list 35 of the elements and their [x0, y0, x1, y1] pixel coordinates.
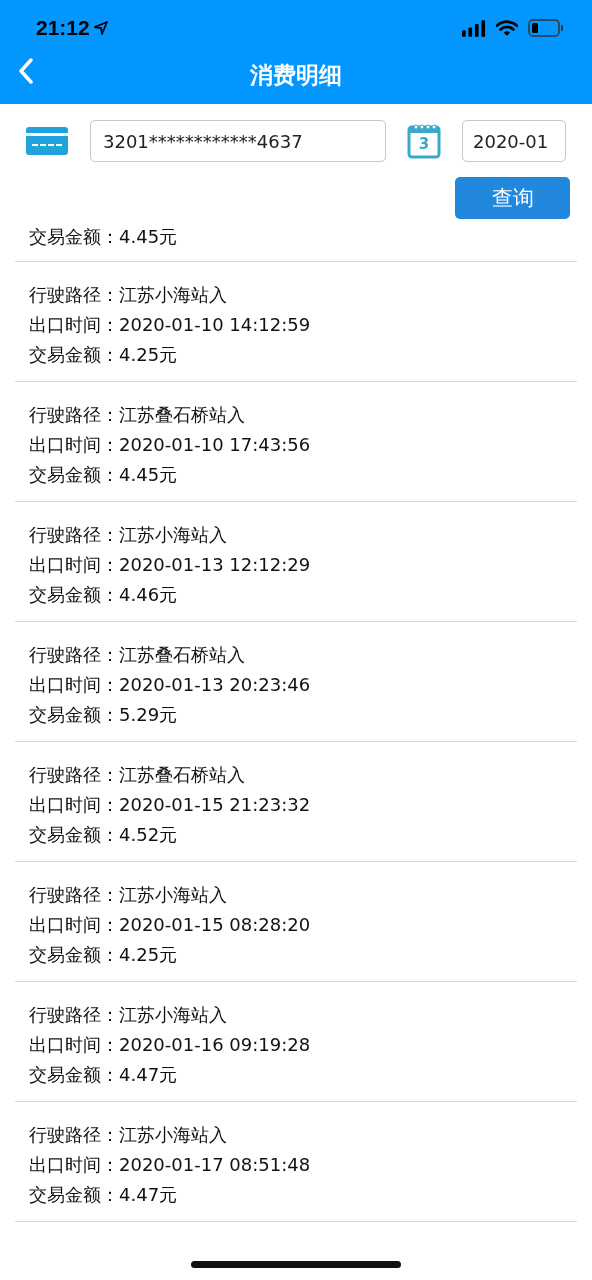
- record-text: 出口时间：2020-01-16 09:19:28: [29, 1033, 312, 1057]
- record-text: 交易金额：5.29元: [29, 703, 179, 727]
- record-text: 出口时间：2020-01-10 17:43:56: [29, 433, 312, 457]
- record-text: 出口时间：2020-01-10 14:12:59: [29, 313, 312, 337]
- bank-card-icon: [26, 127, 68, 155]
- record-text: 行驶路径：江苏叠石桥站入: [29, 643, 246, 667]
- wifi-icon: [496, 19, 518, 37]
- battery-icon: [528, 19, 564, 37]
- record-text: 行驶路径：江苏小海站入: [29, 883, 228, 907]
- record-text: 交易金额：4.52元: [29, 823, 179, 847]
- record-text: 交易金额：4.46元: [29, 583, 179, 607]
- record-text: 交易金额：4.25元: [29, 343, 179, 367]
- record-text: 行驶路径：江苏小海站入: [29, 1123, 228, 1147]
- record-text: 交易金额：4.47元: [29, 1183, 179, 1207]
- record-text: 行驶路径：江苏叠石桥站入: [29, 763, 246, 787]
- record-text: 交易金额：4.25元: [29, 943, 179, 967]
- status-time: 21:12: [36, 16, 90, 40]
- record-text: 出口时间：2020-01-13 12:12:29: [29, 553, 312, 577]
- record-text: 行驶路径：江苏小海站入: [29, 283, 228, 307]
- card-number-field[interactable]: 3201************4637: [90, 120, 386, 162]
- record-text: 交易金额：4.45元: [29, 225, 179, 249]
- record-text: 出口时间：2020-01-17 08:51:48: [29, 1153, 312, 1177]
- signal-icon: [462, 19, 486, 37]
- record-text: 出口时间：2020-01-15 08:28:20: [29, 913, 312, 937]
- record-text: 交易金额：4.47元: [29, 1063, 179, 1087]
- record-text: 出口时间：2020-01-13 20:23:46: [29, 673, 312, 697]
- month-field[interactable]: 2020-01: [462, 120, 566, 162]
- location-arrow-icon: [93, 21, 108, 35]
- record-text: 行驶路径：江苏小海站入: [29, 1003, 228, 1027]
- query-button[interactable]: 查询: [455, 177, 570, 219]
- record-text: 交易金额：4.45元: [29, 463, 179, 487]
- record-text: 行驶路径：江苏小海站入: [29, 523, 228, 547]
- record-text: 行驶路径：江苏叠石桥站入: [29, 403, 246, 427]
- page-title: 消费明细: [250, 60, 342, 90]
- record-text: 出口时间：2020-01-15 21:23:32: [29, 793, 312, 817]
